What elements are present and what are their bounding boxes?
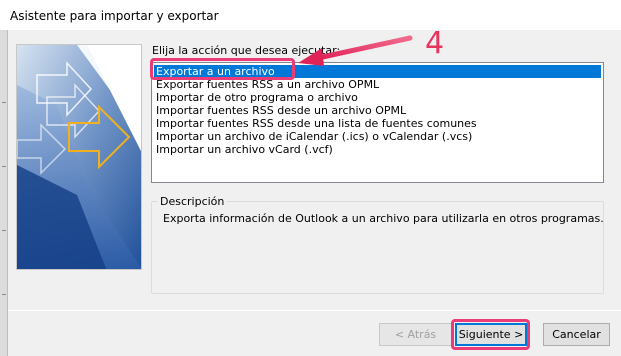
import-export-arrows-icon xyxy=(17,45,141,269)
list-item-importar-vcard[interactable]: Importar un archivo vCard (.vcf) xyxy=(154,143,333,156)
title-bar[interactable]: Asistente para importar y exportar xyxy=(0,0,621,30)
wizard-graphic xyxy=(16,44,142,270)
window-title: Asistente para importar y exportar xyxy=(10,9,219,23)
edge-tick xyxy=(2,166,6,167)
step-number: 4 xyxy=(425,26,445,61)
back-button[interactable]: < Atrás xyxy=(379,323,452,346)
cancel-button[interactable]: Cancelar xyxy=(543,323,610,346)
list-item-importar-icalendar[interactable]: Importar un archivo de iCalendar (.ics) … xyxy=(154,130,472,143)
edge-tick xyxy=(2,230,6,231)
list-item-importar-rss-lista[interactable]: Importar fuentes RSS desde una lista de … xyxy=(154,117,477,130)
action-prompt-label: Elija la acción que desea ejecutar: xyxy=(152,44,341,57)
action-listbox[interactable]: Exportar a un archivo Exportar fuentes R… xyxy=(151,62,604,183)
background-window-edge xyxy=(0,30,8,356)
import-export-wizard: Asistente para importar y exportar Elija… xyxy=(0,0,621,356)
list-item-importar-otro-programa[interactable]: Importar de otro programa o archivo xyxy=(154,91,358,104)
list-item-exportar-rss-opml[interactable]: Exportar fuentes RSS a un archivo OPML xyxy=(154,78,379,91)
list-item-importar-rss-opml[interactable]: Importar fuentes RSS desde un archivo OP… xyxy=(154,104,406,117)
description-legend: Descripción xyxy=(157,195,228,208)
edge-tick xyxy=(2,294,6,295)
divider xyxy=(8,310,621,311)
next-button[interactable]: Siguiente > xyxy=(455,323,527,346)
edge-tick xyxy=(2,102,6,103)
description-text: Exporta información de Outlook a un arch… xyxy=(163,212,604,225)
list-item-exportar-a-un-archivo[interactable]: Exportar a un archivo xyxy=(154,65,601,78)
